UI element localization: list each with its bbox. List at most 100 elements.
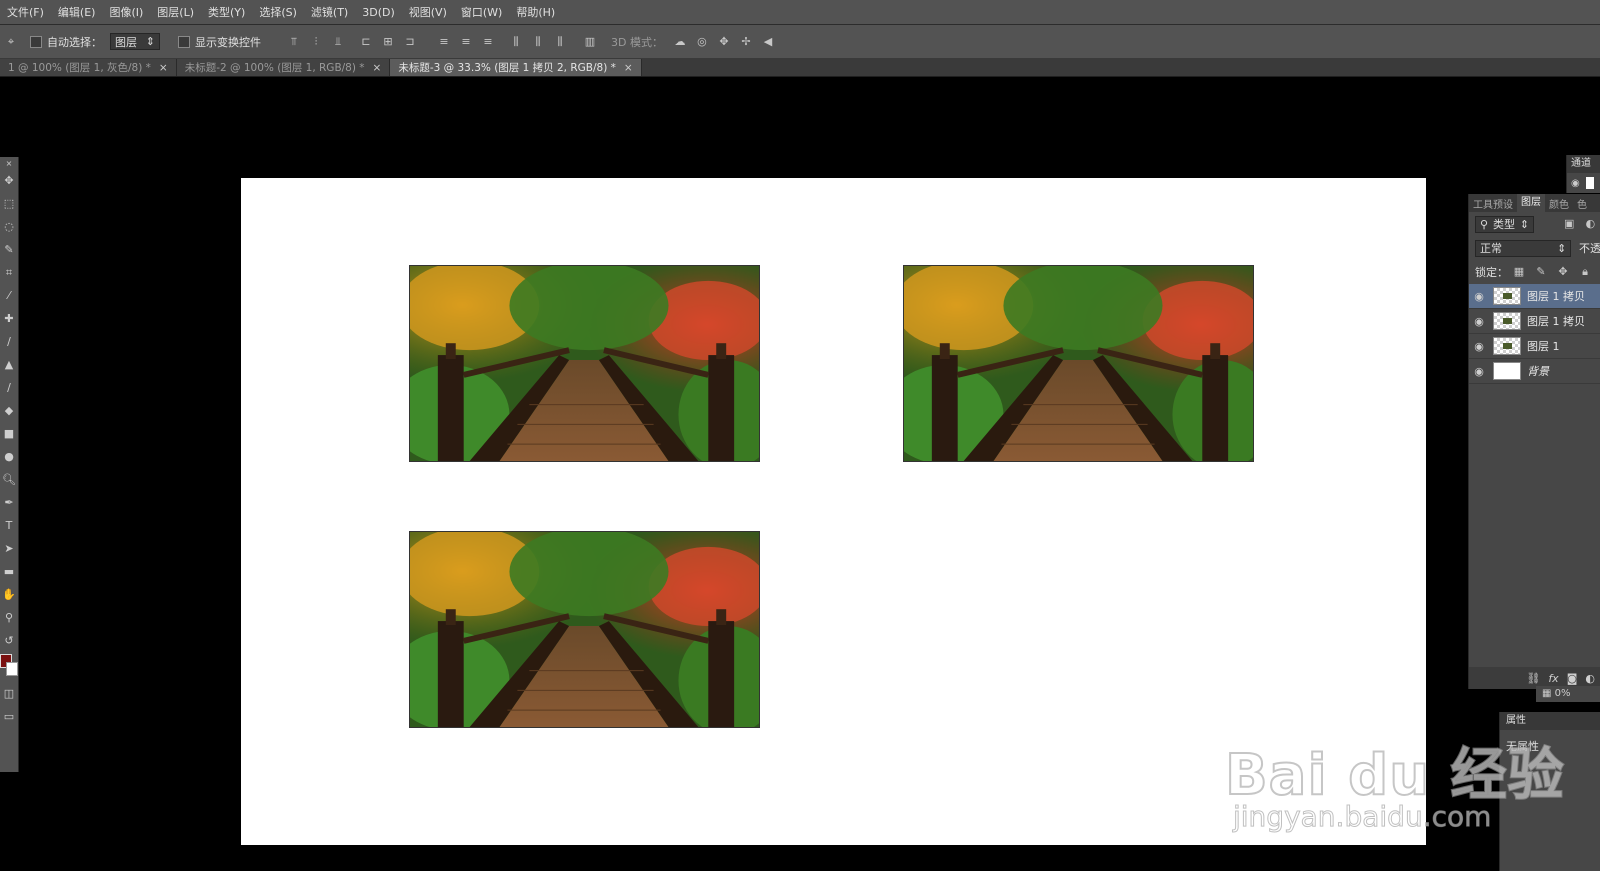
auto-select-checkbox[interactable] [30, 35, 42, 48]
menu-item[interactable]: 选择(S) [252, 4, 304, 20]
menu-item[interactable]: 帮助(H) [509, 4, 562, 20]
background-color[interactable] [6, 662, 18, 676]
auto-select-value: 图层 [115, 35, 137, 49]
eyedropper-tool-icon[interactable]: ⁄ [0, 284, 18, 307]
healing-tool-icon[interactable]: ✚ [0, 307, 18, 330]
history-brush-tool-icon[interactable]: ∕ [0, 376, 18, 399]
layer-row[interactable]: ◉ 背景 [1469, 359, 1600, 384]
align-bottom-icon[interactable]: ⫫ [331, 35, 345, 49]
crop-tool-icon[interactable]: ⌗ [0, 261, 18, 284]
align-hcenter-icon[interactable]: ⊞ [381, 35, 395, 49]
document-tab[interactable]: 1 @ 100% (图层 1, 灰色/8) * × [0, 59, 177, 76]
panel-tab[interactable]: 色 [1573, 196, 1591, 211]
lock-image-icon[interactable]: ✎ [1534, 265, 1548, 279]
toolbox-close-icon[interactable]: × [0, 157, 18, 169]
panel-tab[interactable]: 图层 [1517, 194, 1545, 212]
zoom-tool-icon[interactable]: ⚲ [0, 606, 18, 629]
menu-item[interactable]: 滤镜(T) [304, 4, 355, 20]
type-tool-icon[interactable]: T [0, 514, 18, 537]
show-transform-checkbox[interactable] [178, 35, 190, 48]
menu-item[interactable]: 3D(D) [355, 6, 402, 19]
lock-position-icon[interactable]: ✥ [1556, 265, 1570, 279]
fill-value[interactable]: 0% [1555, 688, 1571, 699]
move-tool-icon[interactable]: ⌖ [4, 35, 18, 49]
eye-icon[interactable]: ◉ [1469, 340, 1489, 353]
layer-filter-dropdown[interactable]: ⚲ 类型 ⇕ [1475, 215, 1535, 233]
quick-mask-icon[interactable]: ◫ [0, 682, 18, 705]
menu-item[interactable]: 编辑(E) [51, 4, 103, 20]
channels-tab[interactable]: 通道 [1567, 155, 1600, 173]
distribute-bottom-icon[interactable]: ≡ [481, 35, 495, 49]
auto-align-icon[interactable]: ▥ [583, 35, 597, 49]
hand-tool-icon[interactable]: ✋ [0, 583, 18, 606]
lock-all-icon[interactable]: 🔒︎ [1578, 265, 1592, 279]
align-top-icon[interactable]: ⫪ [287, 35, 301, 49]
distribute-hcenter-icon[interactable]: ⫼ [531, 35, 545, 49]
auto-select-dropdown[interactable]: 图层 ⇕ [110, 33, 160, 50]
slide-3d-icon[interactable]: ✢ [739, 35, 753, 49]
menu-item[interactable]: 类型(Y) [201, 4, 252, 20]
menu-item[interactable]: 图层(L) [150, 4, 201, 20]
lasso-tool-icon[interactable]: ◌ [0, 215, 18, 238]
toolbox: × ✥ ⬚ ◌ ✎ ⌗ ⁄ ✚ ∕ ▲ ∕ ◆ ■ ● 🔍︎ ✒ T ➤ ▬ ✋… [0, 157, 19, 772]
menu-item[interactable]: 视图(V) [402, 4, 454, 20]
align-right-icon[interactable]: ⊐ [403, 35, 417, 49]
quick-select-tool-icon[interactable]: ✎ [0, 238, 18, 261]
panel-tab[interactable]: 工具预设 [1469, 196, 1517, 211]
document-tab[interactable]: 未标题-2 @ 100% (图层 1, RGB/8) * × [176, 59, 391, 76]
brush-tool-icon[interactable]: ∕ [0, 330, 18, 353]
pen-tool-icon[interactable]: ✒ [0, 491, 18, 514]
rotate-3d-icon[interactable]: ☁ [673, 35, 687, 49]
color-swatches[interactable] [0, 652, 18, 682]
close-icon[interactable]: × [373, 62, 382, 74]
menu-item[interactable]: 文件(F) [0, 4, 51, 20]
eye-icon[interactable]: ◉ [1571, 178, 1580, 189]
menu-item[interactable]: 图像(I) [102, 4, 150, 20]
layer-thumbnail [1493, 287, 1521, 305]
swap-colors-icon[interactable]: ↺ [0, 629, 18, 652]
lock-transparent-icon[interactable]: ▦ [1512, 265, 1526, 279]
dodge-tool-icon[interactable]: 🔍︎ [0, 468, 18, 491]
image-filter-icon[interactable]: ▣ [1563, 217, 1576, 231]
photo-layer-2[interactable] [903, 265, 1254, 462]
layer-thumbnail [1493, 337, 1521, 355]
blend-mode-dropdown[interactable]: 正常 ⇕ [1475, 239, 1572, 257]
layer-row[interactable]: ◉ 图层 1 [1469, 334, 1600, 359]
shape-tool-icon[interactable]: ▬ [0, 560, 18, 583]
screen-mode-icon[interactable]: ▭ [0, 705, 18, 728]
menu-item[interactable]: 窗口(W) [454, 4, 509, 20]
eraser-tool-icon[interactable]: ◆ [0, 399, 18, 422]
move-tool-icon[interactable]: ✥ [0, 169, 18, 192]
camera-3d-icon[interactable]: ◀ [761, 35, 775, 49]
gradient-tool-icon[interactable]: ■ [0, 422, 18, 445]
distribute-left-icon[interactable]: ⫼ [509, 35, 523, 49]
layer-row[interactable]: ◉ 图层 1 拷贝 [1469, 309, 1600, 334]
layer-row[interactable]: ◉ 图层 1 拷贝 [1469, 284, 1600, 309]
distribute-top-icon[interactable]: ≡ [437, 35, 451, 49]
document-tab[interactable]: 未标题-3 @ 33.3% (图层 1 拷贝 2, RGB/8) * × [390, 59, 642, 76]
align-left-icon[interactable]: ⊏ [359, 35, 373, 49]
photo-layer-1[interactable] [409, 265, 760, 462]
drag-3d-icon[interactable]: ✥ [717, 35, 731, 49]
distribute-right-icon[interactable]: ⫼ [553, 35, 567, 49]
link-icon[interactable]: ⛓ [1526, 672, 1540, 685]
close-icon[interactable]: × [624, 62, 633, 74]
mask-icon[interactable]: ◙ [1567, 672, 1578, 685]
adjustment-filter-icon[interactable]: ◐ [1584, 217, 1597, 231]
photo-layer-3[interactable] [409, 531, 760, 728]
roll-3d-icon[interactable]: ◎ [695, 35, 709, 49]
eye-icon[interactable]: ◉ [1469, 315, 1489, 328]
blur-tool-icon[interactable]: ● [0, 445, 18, 468]
fx-icon[interactable]: fx [1548, 672, 1558, 685]
close-icon[interactable]: × [159, 62, 168, 74]
watermark-logo: Bai du 经验 [1224, 742, 1565, 809]
adjustment-icon[interactable]: ◐ [1585, 672, 1595, 685]
path-select-tool-icon[interactable]: ➤ [0, 537, 18, 560]
eye-icon[interactable]: ◉ [1469, 290, 1489, 303]
marquee-tool-icon[interactable]: ⬚ [0, 192, 18, 215]
align-vcenter-icon[interactable]: ⫶ [309, 35, 323, 49]
stamp-tool-icon[interactable]: ▲ [0, 353, 18, 376]
distribute-vcenter-icon[interactable]: ≡ [459, 35, 473, 49]
panel-tab[interactable]: 颜色 [1545, 196, 1573, 211]
eye-icon[interactable]: ◉ [1469, 365, 1489, 378]
